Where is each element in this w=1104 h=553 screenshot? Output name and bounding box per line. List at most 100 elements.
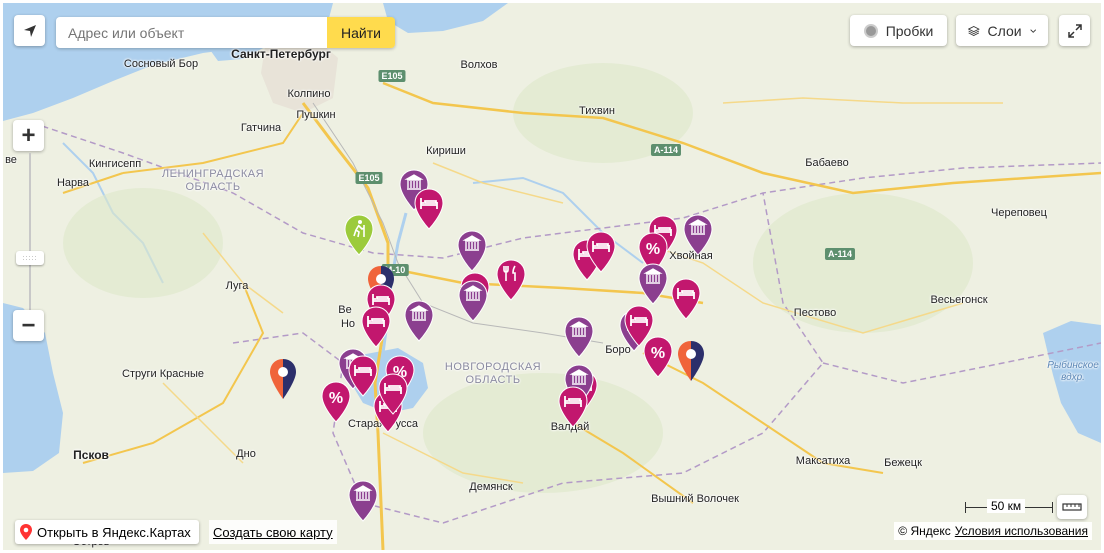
svg-text:%: % (329, 390, 343, 407)
region-label: ЛЕНИНГРАДСКАЯ ОБЛАСТЬ (161, 168, 265, 193)
place-label: Луга (225, 280, 249, 292)
place-label: Кириши (426, 145, 466, 157)
museum-icon (638, 263, 668, 305)
road-shield: A-114 (824, 248, 856, 260)
poi-marker[interactable] (674, 339, 708, 383)
basemap (3, 3, 1101, 550)
terms-link[interactable]: Условия использования (955, 524, 1088, 538)
museum-marker[interactable] (562, 315, 596, 359)
hotel-icon (558, 386, 588, 428)
geolocation-button[interactable] (14, 15, 45, 46)
place-label: ве (5, 154, 17, 166)
place-label: Но (340, 318, 356, 330)
minus-icon: − (21, 311, 36, 339)
place-label: Бабаево (805, 157, 849, 169)
hotel-icon (378, 373, 408, 415)
place-label: Весьегонск (930, 294, 988, 306)
svg-text:%: % (646, 241, 660, 258)
hotel-marker[interactable] (346, 354, 380, 398)
place-label: Кингисепп (88, 158, 142, 170)
traffic-label: Пробки (885, 22, 934, 39)
museum-icon (404, 300, 434, 342)
copyright-bar: © Яндекс Условия использования (894, 522, 1092, 540)
place-label: Дно (236, 448, 256, 460)
zoom-slider-handle[interactable]: ::::: (16, 251, 44, 265)
museum-icon (683, 214, 713, 256)
poi-icon (678, 341, 704, 381)
place-label: Вышний Волочек (651, 493, 739, 505)
place-label: Бежецк (884, 457, 922, 469)
place-label: Санкт-Петербург (231, 47, 331, 61)
search-button[interactable]: Найти (327, 17, 395, 48)
copyright-text: © Яндекс (898, 524, 951, 538)
svg-text:%: % (651, 345, 665, 362)
museum-marker[interactable] (346, 479, 380, 523)
museum-icon (457, 230, 487, 272)
museum-marker[interactable] (402, 299, 436, 343)
hotel-marker[interactable] (556, 385, 590, 429)
zoom-slider-track[interactable] (24, 153, 36, 313)
map-pin-icon (20, 524, 32, 540)
poi-marker[interactable] (266, 357, 300, 401)
traffic-icon (863, 23, 878, 38)
road-shield: E105 (378, 70, 406, 82)
hotel-marker[interactable] (669, 277, 703, 321)
hiking-icon (344, 214, 374, 256)
scale-bar: 50 км (965, 499, 1053, 515)
museum-icon (458, 280, 488, 322)
discount-icon: % (643, 336, 673, 378)
road-shield: A-114 (650, 144, 682, 156)
traffic-button[interactable]: Пробки (850, 15, 947, 46)
create-map-link[interactable]: Создать свою карту (209, 520, 337, 544)
place-label: Колпино (287, 88, 331, 100)
plus-icon: + (21, 121, 36, 149)
place-label: Струги Красные (122, 368, 204, 380)
open-label: Открыть в Яндекс.Картах (37, 524, 191, 540)
layers-label: Слои (987, 22, 1022, 39)
map-canvas[interactable]: Санкт-Петербург Сосновый Бор Колпино Пуш… (3, 3, 1101, 550)
place-label: Пестово (793, 307, 837, 319)
place-label: Демянск (469, 481, 513, 493)
place-label: Ве (338, 304, 352, 316)
chevron-down-icon (1029, 28, 1036, 33)
search-input[interactable] (56, 17, 327, 48)
hotel-icon (414, 188, 444, 230)
hotel-marker[interactable] (359, 305, 393, 349)
zoom-in-button[interactable]: + (13, 120, 44, 151)
place-label: Нарва (56, 177, 90, 189)
hotel-marker[interactable] (584, 230, 618, 274)
museum-marker[interactable] (455, 229, 489, 273)
water-label: Рыбинское вдхр. (1047, 360, 1099, 383)
museum-marker[interactable] (456, 279, 490, 323)
hiking-marker[interactable] (342, 213, 376, 257)
hotel-marker[interactable] (412, 187, 446, 231)
discount-marker[interactable]: % (641, 335, 675, 379)
place-label: Максатиха (795, 455, 851, 467)
layers-button[interactable]: Слои (956, 15, 1048, 46)
search-box: Найти (56, 17, 395, 48)
hotel-icon (348, 355, 378, 397)
place-label: Гатчина (240, 122, 282, 134)
region-label: НОВГОРОДСКАЯ ОБЛАСТЬ (444, 361, 542, 386)
museum-marker[interactable] (636, 262, 670, 306)
place-label: Тихвин (579, 105, 615, 117)
museum-icon (348, 480, 378, 522)
location-arrow-icon (23, 24, 36, 37)
hotel-icon (586, 231, 616, 273)
road-shield: E105 (355, 172, 383, 184)
restaurant-marker[interactable] (494, 258, 528, 302)
fullscreen-button[interactable] (1059, 15, 1090, 46)
museum-icon (564, 316, 594, 358)
hotel-marker[interactable] (376, 372, 410, 416)
poi-icon (270, 359, 296, 399)
place-label: Псков (73, 448, 109, 462)
zoom-out-button[interactable]: − (13, 310, 44, 341)
ruler-button[interactable] (1057, 495, 1087, 519)
place-label: Волхов (460, 59, 498, 71)
hotel-icon (671, 278, 701, 320)
hotel-icon (361, 306, 391, 348)
restaurant-icon (496, 259, 526, 301)
open-in-yandex-maps-button[interactable]: Открыть в Яндекс.Картах (15, 520, 199, 544)
museum-marker[interactable] (681, 213, 715, 257)
scale-label: 50 км (987, 499, 1026, 513)
